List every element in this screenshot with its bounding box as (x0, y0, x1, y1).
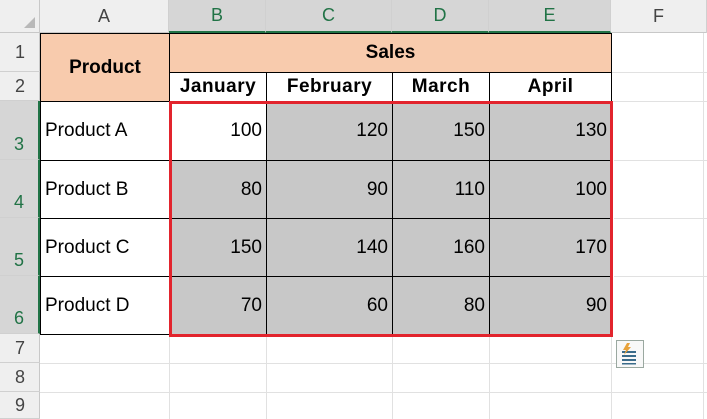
gridline (40, 392, 707, 393)
month-header-march[interactable]: March (392, 72, 490, 102)
product-header-cell[interactable]: Product (40, 33, 170, 102)
gridline (614, 218, 707, 219)
column-header-f[interactable]: F (611, 0, 707, 33)
gridline (611, 337, 612, 419)
month-header-april[interactable]: April (489, 72, 612, 102)
row-header-3[interactable]: 3 (0, 101, 40, 160)
select-all-triangle-icon (24, 17, 35, 28)
row-header-1[interactable]: 1 (0, 33, 40, 72)
gridline (169, 337, 170, 419)
column-header-a[interactable]: A (40, 0, 169, 33)
gridline (703, 33, 704, 419)
column-header-e[interactable]: E (489, 0, 611, 33)
product-name-cell[interactable]: Product C (40, 218, 170, 277)
sales-header-cell[interactable]: Sales (169, 33, 612, 73)
gridline (611, 101, 707, 102)
selection-outline (169, 101, 613, 337)
quick-analysis-button[interactable] (616, 340, 644, 368)
row-header-6[interactable]: 6 (0, 276, 40, 334)
row-header-4[interactable]: 4 (0, 160, 40, 218)
quick-analysis-icon (622, 343, 636, 365)
column-header-d[interactable]: D (392, 0, 489, 33)
select-all-button[interactable] (0, 0, 40, 33)
product-name-cell[interactable]: Product A (40, 101, 170, 161)
gridline (392, 337, 393, 419)
product-name-cell[interactable]: Product B (40, 160, 170, 219)
gridline (40, 363, 707, 364)
row-header-5[interactable]: 5 (0, 218, 40, 276)
gridline (266, 337, 267, 419)
column-header-c[interactable]: C (266, 0, 392, 33)
column-header-b[interactable]: B (169, 0, 266, 33)
row-header-7[interactable]: 7 (0, 334, 40, 363)
gridline (489, 337, 490, 419)
month-header-february[interactable]: February (266, 72, 393, 102)
row-header-2[interactable]: 2 (0, 72, 40, 101)
row-header-9[interactable]: 9 (0, 392, 40, 419)
product-name-cell[interactable]: Product D (40, 276, 170, 335)
gridline (614, 276, 707, 277)
gridline (611, 72, 707, 73)
row-header-8[interactable]: 8 (0, 363, 40, 392)
gridline (614, 160, 707, 161)
month-header-january[interactable]: January (169, 72, 267, 102)
